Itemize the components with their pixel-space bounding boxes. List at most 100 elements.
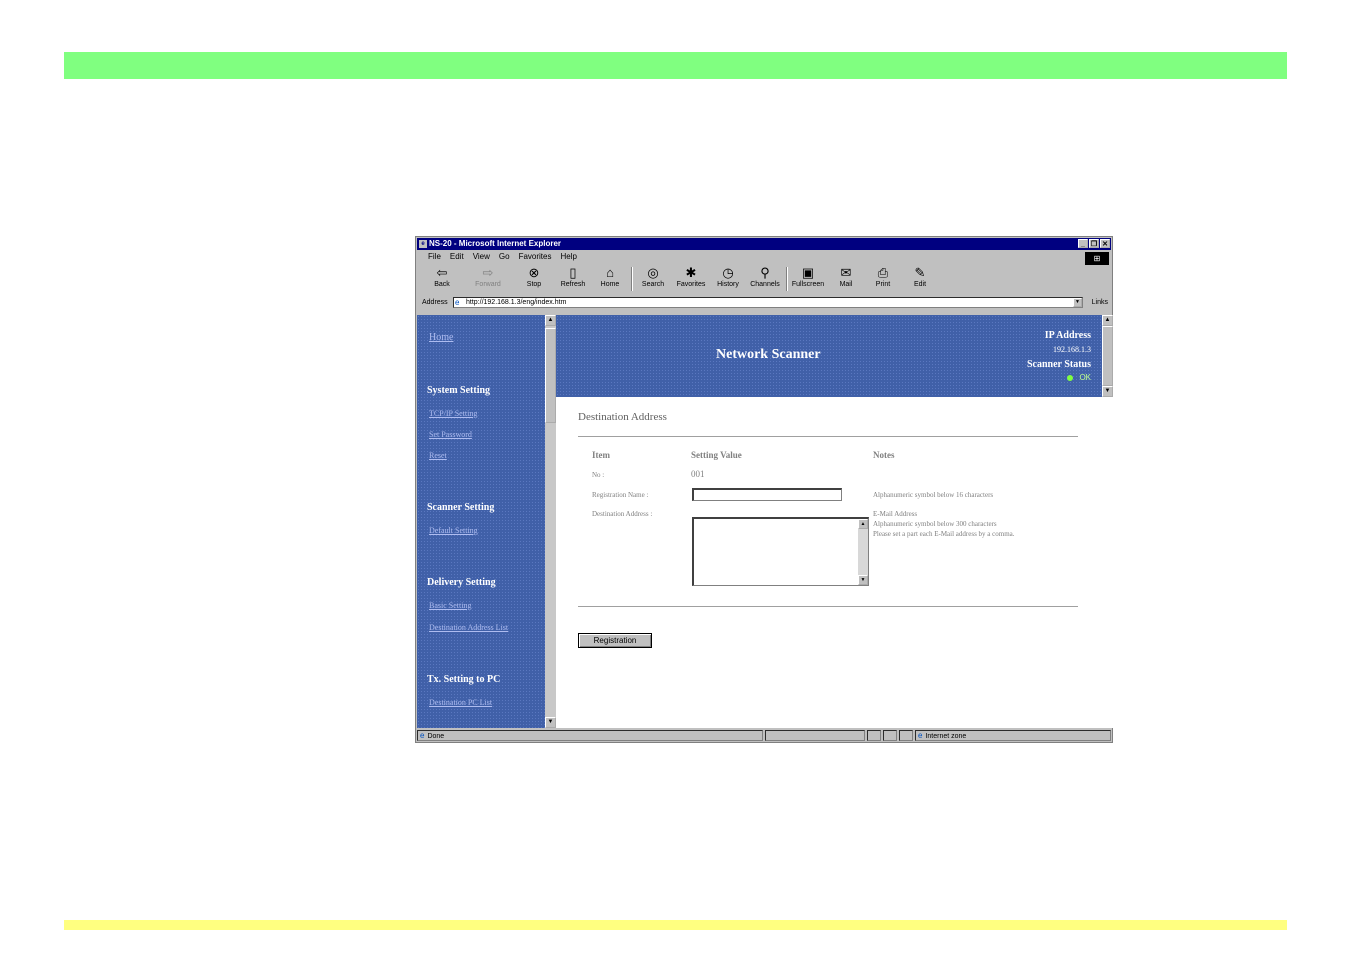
toolbar: ⇦ Back ⇨ Forward ⊗ Stop ▯ Refresh ⌂ Home ◎ Sea… [417,265,1111,293]
destination-address-label: Destination Address : [592,510,653,518]
sidebar-heading-delivery: Delivery Setting [427,577,496,588]
bottom-color-band [64,920,1287,930]
menu-favorites[interactable]: Favorites [519,251,552,263]
print-button[interactable]: ⎙ Print [866,265,900,288]
address-dropdown-icon[interactable]: ▼ [1073,298,1082,307]
divider [578,606,1078,607]
no-value: 001 [691,469,705,479]
sidebar-heading-system: System Setting [427,385,491,396]
ip-address-label: IP Address [1044,330,1091,341]
destination-note-limit: Alphanumeric symbol below 300 characters [873,520,997,528]
main-scroll-thumb[interactable] [1102,326,1113,386]
history-icon: ◷ [722,265,734,280]
zone-pane: e Internet zone [915,730,1111,741]
textarea-scroll-up-icon[interactable]: ▲ [858,519,868,529]
menu-go[interactable]: Go [499,251,510,263]
home-button[interactable]: ⌂ Home [593,265,627,288]
search-button[interactable]: ◎ Search [636,265,670,288]
registration-button[interactable]: Registration [578,633,652,648]
sidebar-link-default-setting[interactable]: Default Setting [429,526,478,535]
refresh-icon: ▯ [569,265,577,280]
channels-icon: ⚲ [760,265,770,280]
sidebar: Home System Setting TCP/IP Setting Set P… [417,315,545,728]
browser-window: e NS-20 - Microsoft Internet Explorer _ … [415,236,1113,743]
sidebar-link-basic-setting[interactable]: Basic Setting [429,601,471,610]
main-scrollbar[interactable]: ▲ ▼ [1102,315,1113,397]
fullscreen-button[interactable]: ▣ Fullscreen [791,265,825,288]
status-text-pane: e Done [417,730,763,741]
ie-app-icon: e [419,240,427,248]
no-label: No : [592,471,605,479]
stop-icon: ⊗ [528,265,540,280]
favorites-icon: ✱ [685,265,697,280]
favorites-button[interactable]: ✱ Favorites [674,265,708,288]
registration-name-input[interactable] [692,488,842,501]
sidebar-scroll-thumb[interactable] [545,328,556,423]
sidebar-link-set-password[interactable]: Set Password [429,430,472,439]
registration-name-note: Alphanumeric symbol below 16 characters [873,491,994,499]
sidebar-heading-scanner: Scanner Setting [427,502,495,513]
scroll-down-icon[interactable]: ▼ [545,717,556,728]
menu-view[interactable]: View [473,251,490,263]
minimize-button[interactable]: _ [1078,239,1088,248]
sidebar-link-tcpip[interactable]: TCP/IP Setting [429,409,477,418]
menu-edit[interactable]: Edit [450,251,464,263]
sidebar-link-dest-pc-list[interactable]: Destination PC List [429,698,492,707]
scroll-up-icon[interactable]: ▲ [545,315,556,326]
address-url: http://192.168.1.3/eng/index.htm [466,299,567,306]
scanner-status-label: Scanner Status [1027,359,1091,370]
app-title: Network Scanner [716,347,821,362]
destination-address-textarea[interactable]: ▲ ▼ [692,517,869,586]
textarea-scrollbar[interactable]: ▲ ▼ [858,519,868,585]
forward-button[interactable]: ⇨ Forward [471,265,505,288]
ip-address-value: 192.168.1.3 [1053,345,1091,354]
maximize-button[interactable]: ❐ [1089,239,1099,248]
mail-button[interactable]: ✉ Mail [829,265,863,288]
back-button[interactable]: ⇦ Back [425,265,459,288]
refresh-button[interactable]: ▯ Refresh [556,265,590,288]
address-bar: Address e http://192.168.1.3/eng/index.h… [417,296,1111,310]
menu-bar: File Edit View Go Favorites Help [417,251,1111,263]
internet-zone-icon: e [918,731,923,740]
history-button[interactable]: ◷ History [711,265,745,288]
scanner-status-value: OK [1067,373,1091,382]
column-header-item: Item [592,450,610,460]
textarea-scroll-down-icon[interactable]: ▼ [858,575,868,585]
sidebar-scrollbar[interactable]: ▲ ▼ [545,315,556,728]
column-header-value: Setting Value [691,450,742,460]
destination-note-separator: Please set a part each E-Mail address by… [873,530,1015,538]
sidebar-link-reset[interactable]: Reset [429,451,447,460]
divider [578,436,1078,437]
address-label: Address [422,299,448,306]
close-button[interactable]: ✕ [1100,239,1110,248]
sidebar-link-home[interactable]: Home [429,332,453,343]
mail-icon: ✉ [840,265,852,280]
print-icon: ⎙ [877,265,889,280]
page-viewport: Home System Setting TCP/IP Setting Set P… [417,315,1113,728]
sidebar-heading-tx: Tx. Setting to PC [427,674,501,685]
edit-button[interactable]: ✎ Edit [903,265,937,288]
status-pane [899,730,913,741]
stop-button[interactable]: ⊗ Stop [517,265,551,288]
registration-name-label: Registration Name : [592,491,649,499]
edit-icon: ✎ [914,265,926,280]
main-scroll-down-icon[interactable]: ▼ [1102,386,1113,397]
address-input[interactable]: e http://192.168.1.3/eng/index.htm ▼ [453,297,1083,308]
main-content: Network Scanner IP Address 192.168.1.3 S… [556,315,1102,728]
channels-button[interactable]: ⚲ Channels [748,265,782,288]
status-bar: e Done e Internet zone [417,729,1111,742]
forward-arrow-icon: ⇨ [482,265,494,280]
sidebar-link-dest-address-list[interactable]: Destination Address List [429,623,508,632]
window-title: NS-20 - Microsoft Internet Explorer [429,239,562,248]
main-scroll-up-icon[interactable]: ▲ [1102,315,1113,326]
links-button[interactable]: Links [1092,296,1108,310]
status-pane [883,730,897,741]
windows-logo-icon: ⊞ [1085,252,1109,265]
menu-file[interactable]: File [428,251,441,263]
menu-help[interactable]: Help [560,251,576,263]
title-bar: e NS-20 - Microsoft Internet Explorer _ … [417,238,1111,250]
status-dot-icon [1067,374,1074,381]
search-icon: ◎ [647,265,659,280]
status-pane [765,730,865,741]
page-title: Destination Address [578,411,667,423]
